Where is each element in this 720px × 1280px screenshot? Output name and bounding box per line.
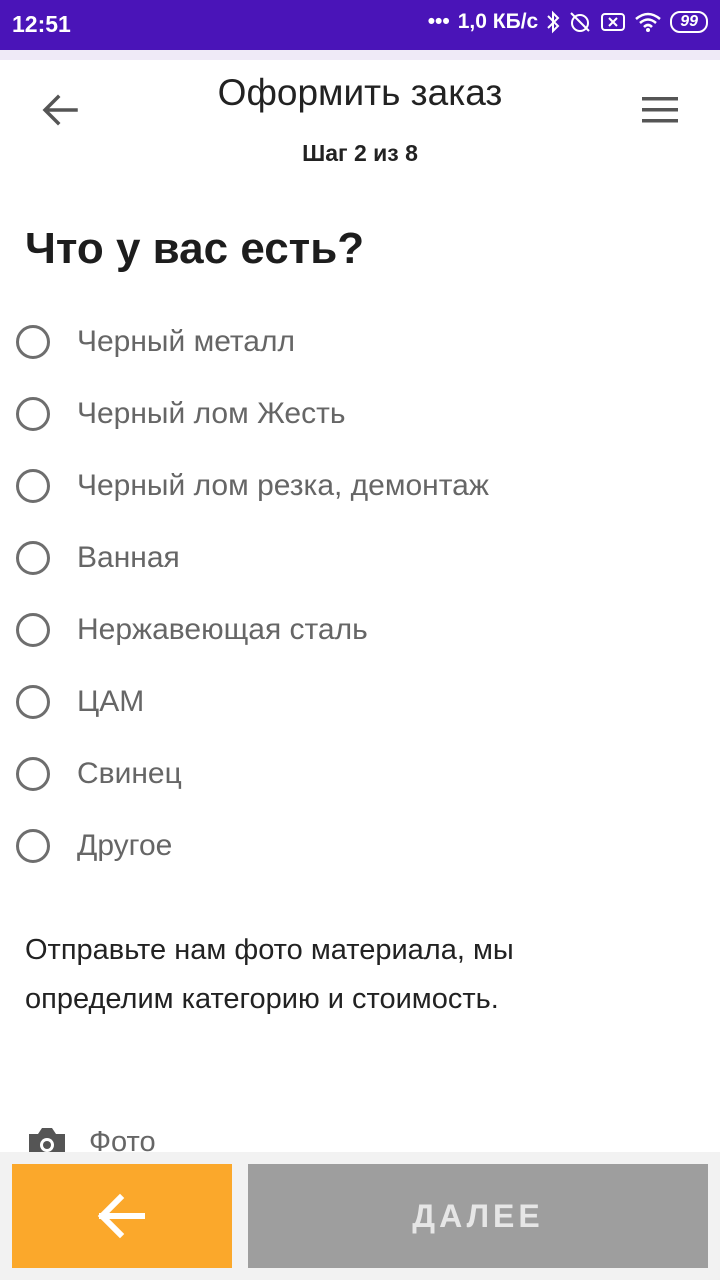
more-dots-icon: ••• (427, 10, 450, 33)
radio-button[interactable] (16, 613, 50, 647)
radio-button[interactable] (16, 469, 50, 503)
option-item[interactable]: Ванная (0, 522, 720, 594)
radio-button[interactable] (16, 325, 50, 359)
next-button[interactable]: ДАЛЕЕ (248, 1164, 708, 1268)
bottom-action-bar: ДАЛЕЕ (0, 1152, 720, 1280)
status-icons: ••• 1,0 КБ/с 99 (428, 10, 708, 34)
info-line-1: Отправьте нам фото материала, мы (25, 934, 514, 966)
options-list: Черный металл Черный лом Жесть Черный ло… (0, 306, 720, 882)
option-label: Черный лом резка, демонтаж (77, 469, 489, 502)
option-item[interactable]: Черный лом Жесть (0, 378, 720, 450)
page-title: Оформить заказ (217, 72, 503, 113)
radio-button[interactable] (16, 829, 50, 863)
status-bar: 12:51 ••• 1,0 КБ/с 99 (0, 0, 720, 50)
option-label: Свинец (77, 757, 182, 790)
radio-button[interactable] (16, 757, 50, 791)
option-label: Ванная (77, 541, 180, 574)
info-line-2: определим категорию и стоимость. (25, 983, 499, 1015)
option-item[interactable]: Черный лом резка, демонтаж (0, 450, 720, 522)
sim-x-icon (601, 13, 626, 31)
option-label: ЦАМ (77, 685, 145, 718)
battery-icon: 99 (670, 11, 708, 33)
option-item[interactable]: ЦАМ (0, 666, 720, 738)
option-item[interactable]: Нержавеющая сталь (0, 594, 720, 666)
photo-info-text: Отправьте нам фото материала, мы определ… (25, 926, 625, 1024)
option-label: Черный лом Жесть (77, 397, 346, 430)
option-item[interactable]: Черный металл (0, 306, 720, 378)
network-speed: 1,0 КБ/с (457, 10, 539, 33)
radio-button[interactable] (16, 685, 50, 719)
status-time: 12:51 (12, 11, 71, 37)
option-label: Нержавеющая сталь (77, 613, 368, 646)
arrow-left-icon (97, 1193, 145, 1239)
option-item[interactable]: Свинец (0, 738, 720, 810)
option-label: Другое (77, 829, 173, 862)
wifi-icon (635, 12, 662, 32)
radio-button[interactable] (16, 397, 50, 431)
option-label: Черный металл (77, 325, 295, 358)
hamburger-menu-icon[interactable] (638, 93, 682, 127)
question-heading: Что у вас есть? (25, 224, 365, 273)
back-button[interactable] (12, 1164, 232, 1268)
step-indicator: Шаг 2 из 8 (302, 140, 418, 166)
app-header: Оформить заказ Шаг 2 из 8 (0, 60, 720, 190)
radio-button[interactable] (16, 541, 50, 575)
alarm-off-icon (570, 12, 590, 32)
bluetooth-icon (547, 10, 560, 34)
option-item[interactable]: Другое (0, 810, 720, 882)
